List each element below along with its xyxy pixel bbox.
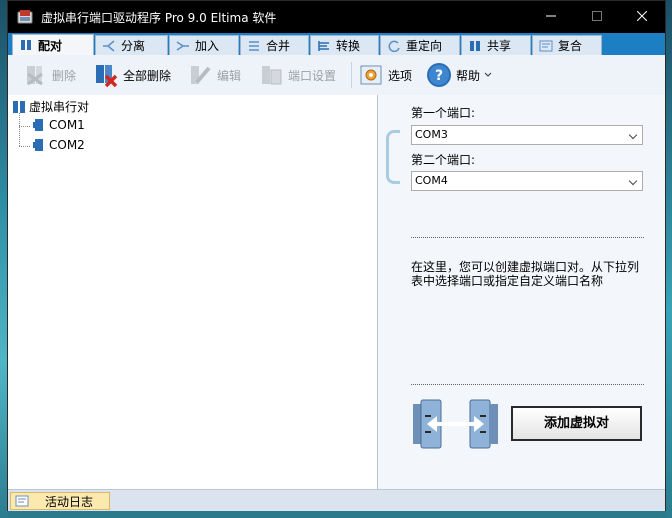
- maximize-icon: [592, 11, 602, 21]
- port-settings-button[interactable]: 端口设置: [258, 59, 336, 91]
- app-window: 虚拟串行端口驱动程序 Pro 9.0 Eltima 软件 配对 分离 加入 合并: [7, 0, 666, 511]
- serial-pair-icon: [13, 100, 25, 113]
- toolbar-separator: [351, 62, 352, 88]
- help-button[interactable]: ? 帮助: [426, 59, 492, 91]
- virtual-pair-connector-icon: [413, 399, 498, 449]
- share-icon: [470, 40, 480, 51]
- chevron-down-icon: [484, 72, 492, 77]
- divider: [411, 384, 644, 385]
- options-icon: [360, 65, 382, 85]
- pair-config-panel: 第一个端口: COM3 第二个端口: COM4 在这里，您可以创建虚拟端口对。从…: [378, 95, 665, 489]
- tab-pair[interactable]: 配对: [12, 34, 94, 55]
- description-text: 在这里，您可以创建虚拟端口对。从下拉列表中选择端口或指定自定义端口名称: [411, 260, 640, 288]
- first-port-label: 第一个端口:: [411, 106, 476, 120]
- join-icon: [176, 40, 189, 51]
- composite-icon: [539, 40, 553, 51]
- app-icon: [17, 10, 33, 24]
- edit-label: 编辑: [217, 68, 242, 83]
- edit-button[interactable]: 编辑: [187, 59, 241, 91]
- tree-connector: [19, 126, 30, 127]
- window-title: 虚拟串行端口驱动程序 Pro 9.0 Eltima 软件: [41, 11, 277, 25]
- tab-label: 共享: [487, 39, 512, 53]
- maximize-button: [574, 1, 620, 33]
- activity-log-label: 活动日志: [45, 494, 94, 509]
- add-virtual-pair-button[interactable]: 添加虚拟对: [511, 406, 642, 441]
- delete-icon: [27, 66, 43, 86]
- tab-label: 配对: [38, 38, 63, 53]
- chevron-down-icon: [628, 176, 638, 186]
- tab-split[interactable]: 分离: [95, 35, 168, 55]
- activity-log-tab[interactable]: 活动日志: [10, 492, 110, 510]
- close-icon: [636, 10, 648, 22]
- tab-merge[interactable]: 合并: [240, 35, 309, 55]
- tab-label: 重定向: [406, 39, 443, 53]
- delete-label: 删除: [52, 68, 77, 83]
- desktop-background-right: [666, 0, 672, 518]
- tab-join[interactable]: 加入: [169, 35, 239, 55]
- tree-item-com1[interactable]: COM1: [32, 118, 85, 132]
- delete-button[interactable]: 删除: [22, 59, 76, 91]
- tab-strip: 配对 分离 加入 合并 转换 重定向 共享 复合: [8, 33, 665, 55]
- tab-label: 复合: [558, 39, 583, 53]
- status-bar: 活动日志: [8, 489, 665, 511]
- chevron-down-icon: [628, 130, 638, 140]
- tab-label: 合并: [266, 39, 291, 53]
- minimize-icon: [546, 15, 556, 17]
- toolbar: 删除 全部删除 编辑 端口设置 选项 ? 帮助: [8, 55, 665, 96]
- tree-root-label: 虚拟串行对: [29, 100, 90, 114]
- serial-port-icon: [33, 119, 43, 131]
- tab-composite[interactable]: 复合: [532, 35, 602, 55]
- port-tree: 虚拟串行对 COM1 COM2: [8, 95, 378, 489]
- tree-root[interactable]: 虚拟串行对: [12, 98, 89, 115]
- delete-all-label: 全部删除: [123, 68, 172, 83]
- tree-item-label: COM1: [49, 118, 85, 132]
- tab-share[interactable]: 共享: [461, 35, 531, 55]
- options-label: 选项: [388, 68, 413, 83]
- redirect-icon: [388, 40, 400, 52]
- tree-item-label: COM2: [49, 138, 85, 152]
- help-icon: ?: [427, 63, 451, 87]
- serial-port-icon: [33, 139, 43, 151]
- tree-connector: [19, 113, 20, 146]
- tab-redirect[interactable]: 重定向: [380, 35, 460, 55]
- title-bar[interactable]: 虚拟串行端口驱动程序 Pro 9.0 Eltima 软件: [8, 1, 665, 33]
- log-icon: [15, 495, 29, 507]
- delete-all-icon: [96, 65, 118, 88]
- second-port-select[interactable]: COM4: [411, 171, 643, 191]
- divider: [411, 237, 644, 238]
- pair-bracket: [386, 130, 400, 184]
- second-port-value: COM4: [415, 174, 448, 187]
- options-button[interactable]: 选项: [358, 59, 412, 91]
- second-port-label: 第二个端口:: [411, 153, 476, 167]
- tab-label: 分离: [121, 39, 146, 53]
- first-port-value: COM3: [415, 128, 448, 141]
- svg-text:?: ?: [435, 68, 443, 84]
- pair-icon: [21, 40, 31, 50]
- tab-label: 加入: [195, 39, 220, 53]
- split-icon: [103, 39, 115, 52]
- delete-all-button[interactable]: 全部删除: [93, 59, 171, 91]
- tab-label: 转换: [336, 39, 361, 53]
- port-settings-icon: [262, 66, 282, 85]
- tab-convert[interactable]: 转换: [310, 35, 379, 55]
- tree-connector: [19, 146, 30, 147]
- close-button[interactable]: [619, 1, 665, 33]
- tree-item-com2[interactable]: COM2: [32, 138, 85, 152]
- help-label: 帮助: [456, 68, 481, 83]
- port-settings-label: 端口设置: [288, 68, 337, 83]
- merge-icon: [249, 40, 259, 51]
- edit-icon: [191, 66, 211, 84]
- first-port-select[interactable]: COM3: [411, 125, 643, 145]
- minimize-button[interactable]: [528, 1, 574, 33]
- convert-icon: [318, 40, 329, 51]
